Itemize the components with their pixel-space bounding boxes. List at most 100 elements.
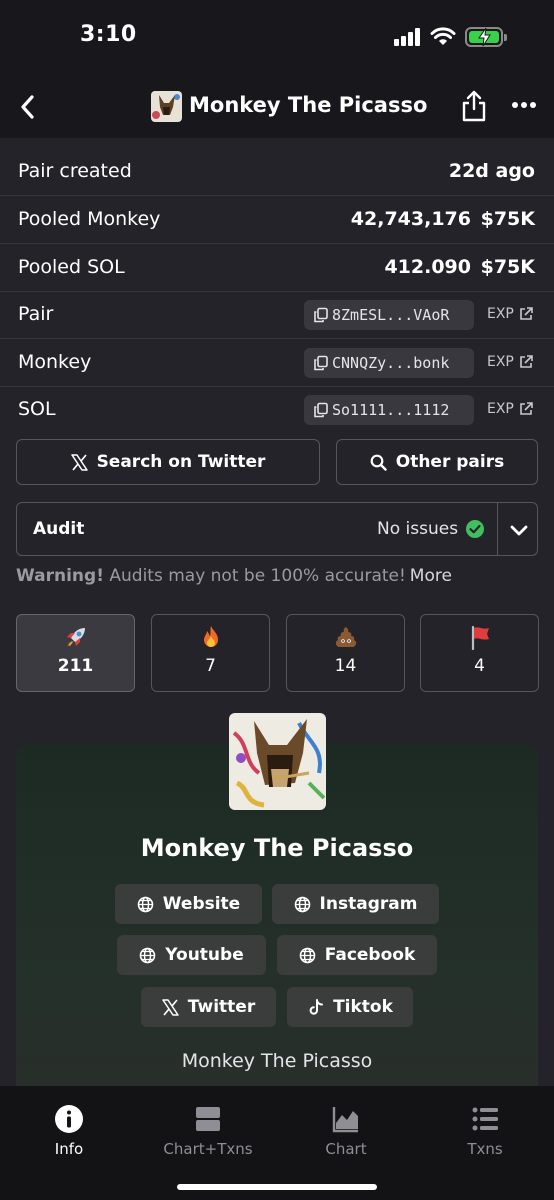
warning-text: Audits may not be 100% accurate! (109, 566, 406, 586)
chart-txns-icon (196, 1107, 220, 1131)
search-icon (370, 454, 387, 471)
globe-icon (299, 947, 316, 963)
battery-icon (465, 27, 507, 47)
twitter-button[interactable]: Twitter (141, 987, 276, 1027)
tab-chart[interactable]: Chart (291, 1104, 401, 1158)
info-row-pair-created: Pair created 22d ago (0, 148, 554, 196)
copy-address-button[interactable]: CNNQZy...bonk (304, 348, 474, 378)
vote-red-flag-button[interactable]: 4 (420, 614, 539, 692)
tab-txns[interactable]: Txns (430, 1104, 540, 1158)
vote-count: 14 (334, 656, 357, 676)
token-name: Monkey The Picasso (140, 834, 414, 862)
tab-chart-txns[interactable]: Chart+Txns (153, 1104, 263, 1158)
row-label: Pair (18, 303, 54, 325)
vote-count: 7 (205, 656, 216, 676)
audit-warning: Warning! Audits may not be 100% accurate… (16, 566, 452, 586)
copy-icon (314, 402, 328, 418)
external-link-icon (520, 355, 533, 368)
divider (497, 503, 498, 555)
explorer-link[interactable]: EXP (487, 401, 533, 417)
info-row-monkey: Monkey CNNQZy...bonk EXP (0, 339, 554, 387)
external-link-icon (520, 402, 533, 415)
share-button[interactable] (461, 90, 487, 122)
info-row-sol: SOL So1111...1112 EXP (0, 386, 554, 434)
chevron-down-icon[interactable] (506, 517, 532, 543)
x-logo-icon (70, 453, 88, 471)
status-bar: 3:10 (0, 0, 554, 78)
twitter-label: Twitter (187, 997, 256, 1017)
audit-panel[interactable]: Audit No issues (16, 502, 538, 556)
tiktok-button[interactable]: Tiktok (287, 987, 413, 1027)
row-label: SOL (18, 398, 56, 420)
row-label: Pair created (18, 160, 132, 182)
youtube-label: Youtube (165, 945, 244, 965)
list-icon (472, 1107, 498, 1131)
red-flag-icon (471, 625, 489, 650)
row-label: Monkey (18, 351, 92, 373)
tab-label: Txns (467, 1140, 503, 1158)
tiktok-icon (309, 998, 324, 1015)
status-time: 3:10 (80, 22, 137, 47)
x-logo-icon (162, 998, 179, 1016)
more-options-button[interactable] (511, 100, 537, 110)
home-indicator (177, 1184, 377, 1190)
tab-label: Info (54, 1140, 84, 1158)
warning-bold: Warning! (16, 566, 104, 586)
navigation-bar: Monkey The Picasso (0, 78, 554, 138)
copy-icon (314, 355, 328, 371)
search-on-twitter-button[interactable]: Search on Twitter (16, 439, 320, 485)
rocket-icon (66, 628, 85, 647)
cellular-signal-icon (394, 28, 422, 46)
address-text: So1111...1112 (332, 401, 450, 419)
bottom-tab-bar: Info Chart+Txns Chart Txns (0, 1086, 554, 1200)
address-text: 8ZmESL...VAoR (332, 306, 450, 324)
tab-info[interactable]: Info (14, 1104, 124, 1158)
info-row-pooled-sol: Pooled SOL 412.090 $75K (0, 244, 554, 292)
token-image (229, 713, 326, 810)
vote-count: 4 (474, 656, 485, 676)
explorer-link-label: EXP (487, 306, 514, 322)
tab-label: Chart+Txns (163, 1140, 253, 1158)
instagram-button[interactable]: Instagram (272, 884, 439, 924)
globe-icon (294, 896, 310, 912)
external-link-icon (520, 307, 533, 320)
vote-fire-button[interactable]: 7 (151, 614, 270, 692)
pooled-amount: 42,743,176 (350, 208, 471, 230)
info-row-pooled-monkey: Pooled Monkey 42,743,176 $75K (0, 196, 554, 244)
youtube-button[interactable]: Youtube (117, 935, 266, 975)
audit-label: Audit (33, 519, 85, 539)
audit-status: No issues (377, 519, 459, 539)
info-icon (55, 1105, 83, 1133)
row-label: Pooled SOL (18, 256, 125, 278)
pooled-usd: $75K (480, 256, 535, 278)
vote-poop-button[interactable]: 14 (286, 614, 405, 692)
website-button[interactable]: Website (115, 884, 262, 924)
token-avatar (151, 91, 182, 122)
row-label: Pooled Monkey (18, 208, 161, 230)
copy-address-button[interactable]: So1111...1112 (304, 395, 474, 425)
copy-icon (314, 307, 328, 323)
vote-rocket-button[interactable]: 211 (16, 614, 135, 692)
explorer-link-label: EXP (487, 354, 514, 370)
other-pairs-label: Other pairs (395, 452, 505, 472)
vote-count: 211 (57, 656, 94, 676)
page-title: Monkey The Picasso (189, 93, 428, 117)
facebook-button[interactable]: Facebook (277, 935, 437, 975)
fire-icon (203, 626, 218, 647)
pooled-usd: $75K (480, 208, 535, 230)
globe-icon (137, 896, 154, 912)
explorer-link-label: EXP (487, 401, 514, 417)
instagram-label: Instagram (319, 894, 418, 914)
explorer-link[interactable]: EXP (487, 354, 533, 370)
back-button[interactable] (14, 92, 44, 122)
more-link[interactable]: More (410, 566, 452, 586)
tiktok-label: Tiktok (333, 997, 393, 1017)
globe-icon (139, 947, 156, 963)
row-value: 22d ago (448, 160, 535, 182)
facebook-label: Facebook (324, 945, 416, 965)
other-pairs-button[interactable]: Other pairs (336, 439, 538, 485)
copy-address-button[interactable]: 8ZmESL...VAoR (304, 300, 474, 330)
explorer-link[interactable]: EXP (487, 306, 533, 322)
chart-icon (332, 1107, 358, 1133)
token-description: Monkey The Picasso (181, 1050, 373, 1072)
